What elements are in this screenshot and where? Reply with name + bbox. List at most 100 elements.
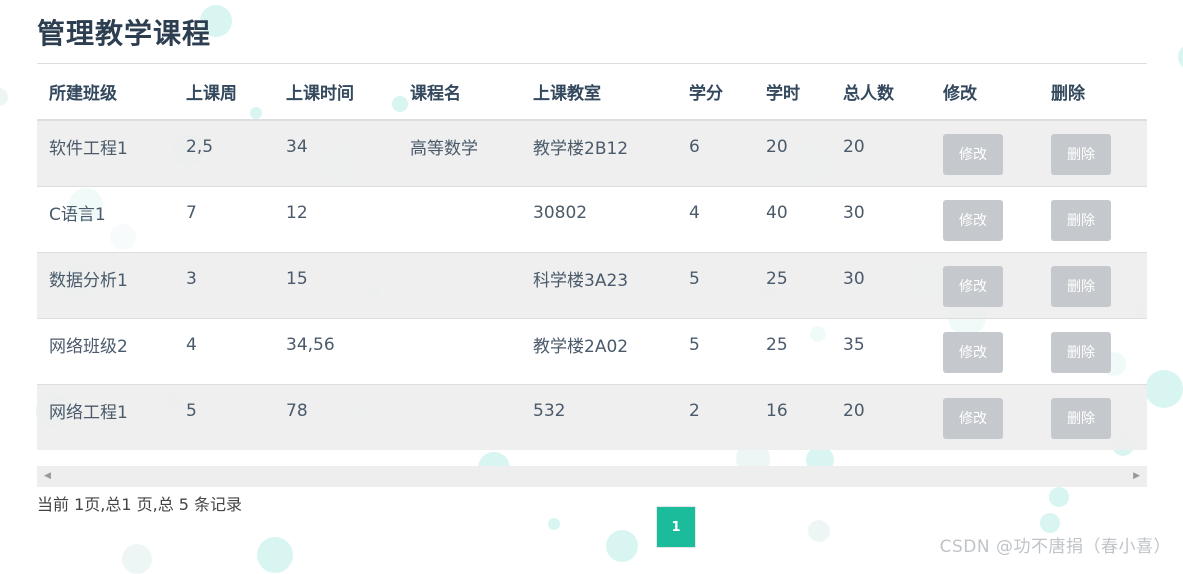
- edit-button[interactable]: 修改: [943, 134, 1003, 175]
- credit-text: 5: [689, 268, 700, 289]
- cell-delete: 删除: [1039, 384, 1147, 450]
- delete-button[interactable]: 删除: [1051, 398, 1111, 439]
- table-row: 网络工程1 5 78 532 2 16 20 修改 删除: [37, 384, 1147, 450]
- cell-room: 教学楼2B12: [521, 119, 677, 187]
- total-text: 20: [843, 136, 865, 157]
- room-text: 科学楼3A23: [533, 271, 629, 291]
- credit-text: 6: [689, 136, 700, 157]
- cell-credit: 5: [677, 252, 754, 319]
- cell-hours: 16: [754, 384, 831, 450]
- column-header-delete: 删除: [1039, 63, 1147, 121]
- hours-text: 16: [766, 400, 788, 421]
- weeks-text: 7: [186, 202, 197, 223]
- cell-room: 532: [521, 384, 677, 450]
- cell-hours: 40: [754, 186, 831, 253]
- room-text: 30802: [533, 202, 588, 223]
- cell-credit: 2: [677, 384, 754, 450]
- column-header-weeks: 上课周: [174, 63, 274, 121]
- column-header-course: 课程名: [398, 63, 521, 121]
- cell-time: 34,56: [274, 318, 398, 385]
- triangle-right-icon[interactable]: ▶: [1133, 471, 1140, 481]
- cell-course: [398, 186, 521, 253]
- cell-total: 20: [831, 384, 931, 450]
- cell-hours: 25: [754, 318, 831, 385]
- delete-button[interactable]: 删除: [1051, 266, 1111, 307]
- table-header-row: 所建班级 上课周 上课时间 课程名 上课教室 学分 学时 总人数 修改 删除: [37, 63, 1147, 121]
- delete-button[interactable]: 删除: [1051, 134, 1111, 175]
- class-name-text: 数据分析1: [49, 271, 128, 291]
- cell-delete: 删除: [1039, 252, 1147, 319]
- cell-total: 30: [831, 186, 931, 253]
- cell-class-name: 软件工程1: [37, 119, 174, 187]
- horizontal-scrollbar[interactable]: ◀ ▶: [37, 466, 1147, 487]
- column-header-hours: 学时: [754, 63, 831, 121]
- triangle-left-icon[interactable]: ◀: [44, 471, 51, 481]
- credit-text: 5: [689, 334, 700, 355]
- cell-edit: 修改: [931, 318, 1039, 385]
- page-title: 管理教学课程: [37, 17, 212, 50]
- watermark: CSDN @功不唐捐（春小喜）: [939, 537, 1171, 557]
- edit-button[interactable]: 修改: [943, 398, 1003, 439]
- total-text: 20: [843, 400, 865, 421]
- cell-delete: 删除: [1039, 186, 1147, 253]
- cell-credit: 6: [677, 119, 754, 187]
- time-text: 34: [286, 136, 308, 157]
- cell-weeks: 4: [174, 318, 274, 385]
- cell-hours: 20: [754, 119, 831, 187]
- cell-total: 35: [831, 318, 931, 385]
- column-header-total: 总人数: [831, 63, 931, 121]
- cell-edit: 修改: [931, 186, 1039, 253]
- table-row: 数据分析1 3 15 科学楼3A23 5 25 30 修改 删除: [37, 252, 1147, 319]
- column-header-class: 所建班级: [37, 63, 174, 121]
- cell-class-name: 数据分析1: [37, 252, 174, 319]
- class-name-text: 网络班级2: [49, 337, 128, 357]
- credit-text: 2: [689, 400, 700, 421]
- column-header-credit: 学分: [677, 63, 754, 121]
- cell-credit: 5: [677, 318, 754, 385]
- room-text: 532: [533, 400, 566, 421]
- total-text: 30: [843, 268, 865, 289]
- cell-time: 15: [274, 252, 398, 319]
- cell-room: 教学楼2A02: [521, 318, 677, 385]
- room-text: 教学楼2A02: [533, 337, 629, 357]
- cell-course: [398, 318, 521, 385]
- weeks-text: 5: [186, 400, 197, 421]
- cell-edit: 修改: [931, 384, 1039, 450]
- cell-time: 34: [274, 119, 398, 187]
- cell-room: 科学楼3A23: [521, 252, 677, 319]
- delete-button[interactable]: 删除: [1051, 200, 1111, 241]
- column-header-time: 上课时间: [274, 63, 398, 121]
- course-table: 所建班级 上课周 上课时间 课程名 上课教室 学分 学时 总人数 修改 删除 软…: [37, 63, 1147, 450]
- cell-weeks: 5: [174, 384, 274, 450]
- time-text: 34,56: [286, 334, 335, 355]
- cell-weeks: 7: [174, 186, 274, 253]
- course-text: 高等数学: [410, 139, 478, 159]
- page-button-current[interactable]: 1: [656, 506, 696, 548]
- cell-edit: 修改: [931, 252, 1039, 319]
- time-text: 12: [286, 202, 308, 223]
- class-name-text: C语言1: [49, 205, 106, 225]
- edit-button[interactable]: 修改: [943, 266, 1003, 307]
- class-name-text: 软件工程1: [49, 139, 128, 159]
- cell-time: 78: [274, 384, 398, 450]
- cell-course: [398, 384, 521, 450]
- cell-class-name: 网络工程1: [37, 384, 174, 450]
- room-text: 教学楼2B12: [533, 139, 629, 159]
- edit-button[interactable]: 修改: [943, 200, 1003, 241]
- cell-course: 高等数学: [398, 119, 521, 187]
- cell-class-name: 网络班级2: [37, 318, 174, 385]
- total-text: 35: [843, 334, 865, 355]
- table-row: C语言1 7 12 30802 4 40 30 修改 删除: [37, 186, 1147, 253]
- cell-course: [398, 252, 521, 319]
- delete-button[interactable]: 删除: [1051, 332, 1111, 373]
- cell-class-name: C语言1: [37, 186, 174, 253]
- table-row: 网络班级2 4 34,56 教学楼2A02 5 25 35 修改 删除: [37, 318, 1147, 385]
- weeks-text: 4: [186, 334, 197, 355]
- edit-button[interactable]: 修改: [943, 332, 1003, 373]
- table-row: 软件工程1 2,5 34 高等数学 教学楼2B12 6 20 20 修改 删除: [37, 119, 1147, 187]
- cell-delete: 删除: [1039, 318, 1147, 385]
- pagination-info: 当前 1页,总1 页,总 5 条记录: [37, 495, 243, 514]
- total-text: 30: [843, 202, 865, 223]
- cell-edit: 修改: [931, 119, 1039, 187]
- credit-text: 4: [689, 202, 700, 223]
